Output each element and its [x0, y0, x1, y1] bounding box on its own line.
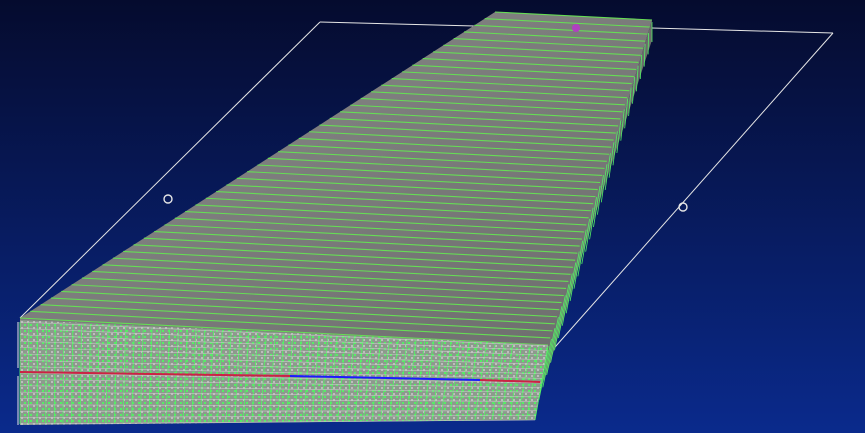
tip-marker[interactable]	[572, 24, 580, 32]
3d-viewport[interactable]	[0, 0, 865, 433]
wing-mesh-scene[interactable]	[0, 0, 865, 433]
